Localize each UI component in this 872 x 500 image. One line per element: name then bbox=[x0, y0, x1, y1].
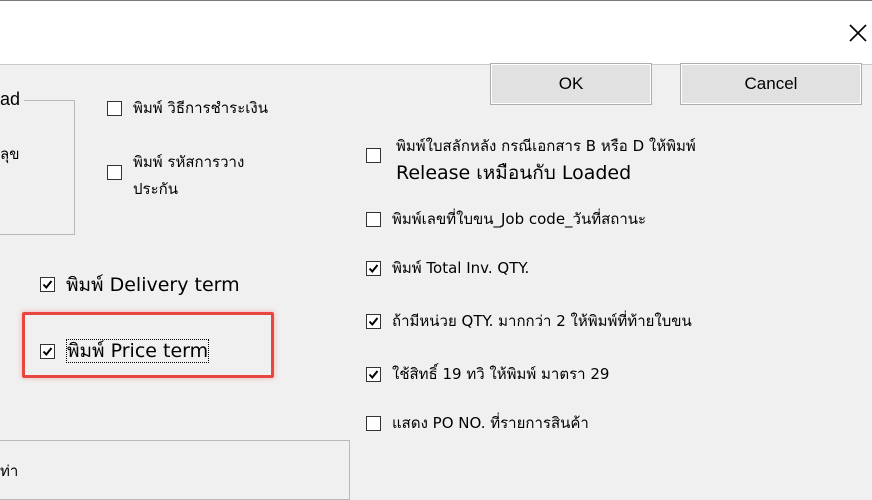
delivery-term-label: พิมพ์ Delivery term bbox=[66, 274, 240, 296]
right-19-label: ใช้สิทธิ์ 19 ทวิ ให้พิมพ์ มาตรา 29 bbox=[392, 365, 610, 383]
back-label-checkbox[interactable] bbox=[366, 148, 381, 163]
dialog-titlebar bbox=[0, 0, 872, 65]
right-19-checkbox[interactable] bbox=[366, 367, 381, 382]
left-group-label: ad bbox=[0, 89, 25, 110]
close-icon[interactable] bbox=[846, 21, 870, 45]
qty-end-label: ถ้ามีหน่วย QTY. มากกว่า 2 ให้พิมพ์ที่ท้า… bbox=[392, 312, 692, 330]
total-qty-label: พิมพ์ Total Inv. QTY. bbox=[392, 259, 530, 277]
bottom-group-label: ท่า bbox=[0, 462, 19, 480]
qty-end-checkbox[interactable] bbox=[366, 314, 381, 329]
payment-method-checkbox[interactable] bbox=[107, 101, 122, 116]
left-group-box bbox=[0, 100, 75, 235]
back-label-label-line1: พิมพ์ใบสลักหลัง กรณีเอกสาร B หรือ D ให้พ… bbox=[396, 137, 696, 155]
left-group-content: ลุข bbox=[0, 145, 20, 163]
payment-method-label: พิมพ์ วิธีการชำระเงิน bbox=[133, 99, 268, 117]
bottom-group-box bbox=[0, 440, 350, 500]
delivery-term-checkbox[interactable] bbox=[40, 277, 55, 292]
waybill-no-label: พิมพ์เลขที่ใบขน_Job code_วันที่สถานะ bbox=[392, 210, 647, 228]
deposit-code-label-line1: พิมพ์ รหัสการวาง bbox=[133, 153, 245, 171]
deposit-code-checkbox[interactable] bbox=[107, 165, 122, 180]
back-label-label-line2: Release เหมือนกับ Loaded bbox=[396, 162, 632, 184]
po-no-checkbox[interactable] bbox=[366, 416, 381, 431]
total-qty-checkbox[interactable] bbox=[366, 261, 381, 276]
po-no-label: แสดง PO NO. ที่รายการสินค้า bbox=[392, 414, 589, 432]
deposit-code-label-line2: ประกัน bbox=[133, 180, 178, 198]
highlight-box bbox=[22, 312, 274, 378]
waybill-no-checkbox[interactable] bbox=[366, 212, 381, 227]
ok-button[interactable]: OK bbox=[490, 63, 652, 105]
cancel-button[interactable]: Cancel bbox=[680, 63, 862, 105]
